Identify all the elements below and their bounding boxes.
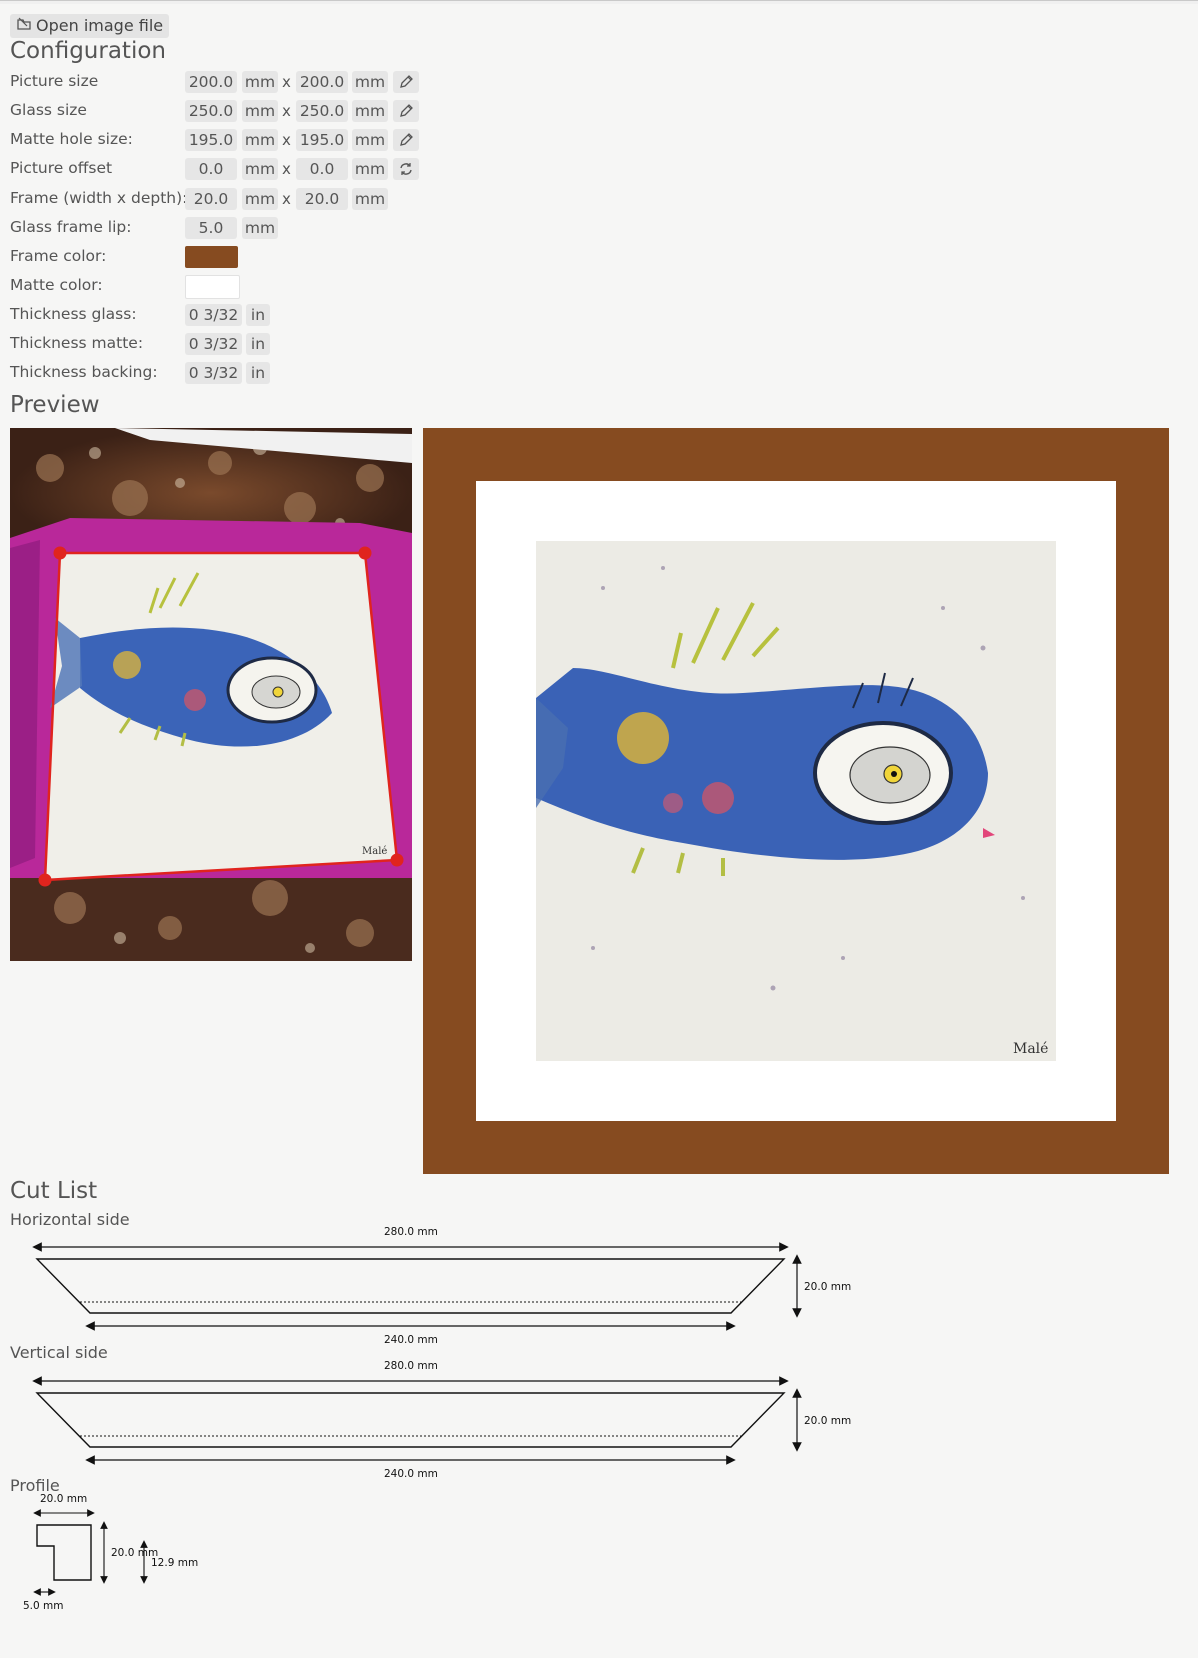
matte-hole-width-input[interactable]: 195.0 [185,129,237,151]
thickness-glass-unit[interactable]: in [246,304,270,326]
thickness-glass-label: Thickness glass: [10,305,137,323]
picture-size-label: Picture size [10,72,99,90]
vertical-outer-length: 280.0 mm [384,1360,438,1372]
frame-width-input[interactable]: 20.0 [185,188,237,210]
frame-color-label: Frame color: [10,247,107,265]
crop-handle-top-left[interactable] [53,546,67,560]
configuration-heading: Configuration [10,38,166,64]
source-photo-canvas[interactable]: Malé [10,428,412,961]
vertical-inner-length: 240.0 mm [384,1468,438,1480]
window-top-border [0,0,1198,4]
frame-times: x [282,190,291,208]
preview-heading: Preview [10,392,100,418]
picture-height-unit[interactable]: mm [352,71,388,93]
matte-hole-height-unit[interactable]: mm [352,129,388,151]
thickness-backing-label: Thickness backing: [10,363,158,381]
glass-size-label: Glass size [10,101,87,119]
horizontal-depth: 20.0 mm [804,1281,852,1293]
offset-x-input[interactable]: 0.0 [185,158,237,180]
frame-size-label: Frame (width x depth): [10,189,188,207]
glass-lip-input[interactable]: 5.0 [185,217,237,239]
frame-depth-unit[interactable]: mm [352,188,388,210]
offset-y-unit[interactable]: mm [352,158,388,180]
profile-diagram [0,1500,220,1610]
frame-width-unit[interactable]: mm [242,188,278,210]
matte-color-label: Matte color: [10,276,103,294]
matte-hole-times: x [282,131,291,149]
glass-size-times: x [282,102,291,120]
picture-offset-label: Picture offset [10,159,113,177]
profile-lip-dim: 5.0 mm [23,1600,64,1612]
matte-hole-height-input[interactable]: 195.0 [296,129,348,151]
matte-hole-label: Matte hole size: [10,130,133,148]
picture-offset-times: x [282,160,291,178]
glass-width-input[interactable]: 250.0 [185,100,237,122]
crop-handle-bottom-left[interactable] [38,873,52,887]
matte-color-swatch[interactable] [185,275,240,299]
offset-x-unit[interactable]: mm [242,158,278,180]
glass-height-unit[interactable]: mm [352,100,388,122]
picture-size-times: x [282,73,291,91]
frame-depth-input[interactable]: 20.0 [296,188,348,210]
crop-handle-bottom-right[interactable] [390,853,404,867]
picture-height-input[interactable]: 200.0 [296,71,348,93]
glass-size-edit-button[interactable] [393,100,419,122]
thickness-backing-input[interactable]: 0 3/32 [185,362,242,384]
glass-lip-label: Glass frame lip: [10,218,132,236]
matte-hole-width-unit[interactable]: mm [242,129,278,151]
photo-signature: Malé [362,846,387,857]
open-image-file-label: Open image file [36,16,164,35]
glass-height-input[interactable]: 250.0 [296,100,348,122]
picture-size-edit-button[interactable] [393,71,419,93]
profile-rabbet-dim: 12.9 mm [151,1557,199,1569]
profile-width-dim: 20.0 mm [40,1493,88,1505]
thickness-matte-input[interactable]: 0 3/32 [185,333,242,355]
glass-lip-unit[interactable]: mm [242,217,278,239]
framed-preview: Malé [423,428,1169,1174]
cut-list-heading: Cut List [10,1178,98,1204]
thickness-backing-unit[interactable]: in [246,362,270,384]
preview-signature: Malé [1013,1041,1048,1057]
thickness-matte-label: Thickness matte: [10,334,144,352]
thickness-matte-unit[interactable]: in [246,333,270,355]
thickness-glass-input[interactable]: 0 3/32 [185,304,242,326]
vertical-side-diagram [0,1356,900,1481]
horizontal-outer-length: 280.0 mm [384,1226,438,1238]
image-file-icon [16,14,32,38]
reset-offset-button[interactable] [393,158,419,180]
matte-hole-edit-button[interactable] [393,129,419,151]
open-image-file-button[interactable]: Open image file [10,14,170,38]
horizontal-side-diagram [0,1222,900,1347]
picture-width-unit[interactable]: mm [242,71,278,93]
frame-color-swatch[interactable] [185,246,238,268]
crop-handle-top-right[interactable] [358,546,372,560]
horizontal-inner-length: 240.0 mm [384,1334,438,1346]
vertical-depth: 20.0 mm [804,1415,852,1427]
glass-width-unit[interactable]: mm [242,100,278,122]
picture-width-input[interactable]: 200.0 [185,71,237,93]
offset-y-input[interactable]: 0.0 [296,158,348,180]
